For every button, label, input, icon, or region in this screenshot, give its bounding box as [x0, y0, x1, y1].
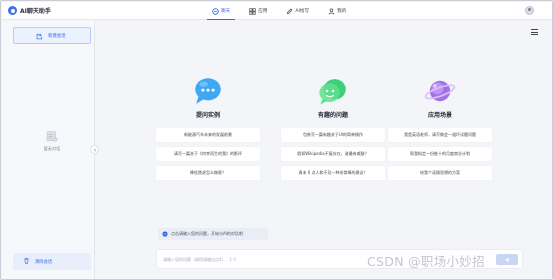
- smile-bubble-icon: [319, 79, 346, 105]
- hint-text: 点击请输入您的问题，开始与AI的对话吧: [171, 231, 243, 236]
- send-button[interactable]: [496, 254, 518, 265]
- prompt-card[interactable]: 新能源汽车未来的发展前景: [156, 128, 260, 142]
- sidebar: 新建会话 暂无对话 清除会话: [2, 21, 95, 279]
- column-use-cases: 应用场景 我是英语老师，请写做会一道坏试题问题 帮我拟定一份推十的月度商业计划 …: [388, 74, 492, 185]
- hint-banner: 点击请输入您的问题，开始与AI的对话吧: [158, 228, 268, 240]
- nav-item-chat[interactable]: 聊天: [207, 5, 236, 20]
- column-title: 应用场景: [427, 112, 452, 119]
- app-name: AI聊天助手: [20, 8, 51, 15]
- app-logo-icon: [8, 6, 17, 15]
- prompt-card[interactable]: 帮我拟定一份推十的月度商业计划: [388, 147, 492, 161]
- prompt-card[interactable]: 降低焦虑怎么做呢？: [156, 166, 260, 180]
- prompt-card[interactable]: 我是英语老师，请写做会一道坏试题问题: [388, 128, 492, 142]
- nav-label: 聊天: [221, 9, 231, 14]
- prompt-card[interactable]: 请写一篇关于《何幸而生的我》的影评: [156, 147, 260, 161]
- top-bar: AI聊天助手 聊天 应用 AI绘写 我的: [2, 2, 552, 20]
- nav-item-ai-write[interactable]: AI绘写: [281, 5, 314, 17]
- send-icon: [504, 257, 510, 262]
- planet-icon: [424, 80, 456, 102]
- prompt-card[interactable]: 给我个读操思想的方案: [388, 166, 492, 180]
- clear-chat-label: 清除会话: [35, 259, 53, 265]
- chat-icon: [212, 7, 219, 15]
- nav-item-mine[interactable]: 我的: [323, 5, 351, 17]
- brand[interactable]: AI聊天助手: [8, 6, 51, 15]
- app-window: AI聊天助手 聊天 应用 AI绘写 我的 新建会话 暂无对话 清除会话 提问实例…: [0, 0, 553, 280]
- nav-label: 应用: [258, 9, 268, 14]
- column-title: 提问实例: [195, 112, 220, 119]
- chat-bubble-icon: [195, 78, 221, 104]
- avatar[interactable]: [525, 6, 534, 15]
- column-question-examples: 提问实例 新能源汽车未来的发展前景 请写一篇关于《何幸而生的我》的影评 降低焦虑…: [156, 74, 260, 185]
- nav-label: 我的: [337, 9, 347, 14]
- empty-state: 暂无对话: [32, 129, 72, 152]
- watermark: CSDN @职场小妙招: [367, 254, 485, 269]
- empty-state-text: 暂无对话: [43, 146, 61, 151]
- nav-label: AI绘写: [295, 9, 310, 14]
- prompt-card[interactable]: 假如Wikipedia不复存在，谁最有威胁？: [281, 147, 385, 161]
- pen-icon: [286, 8, 293, 15]
- clear-chat-button[interactable]: 清除会话: [13, 253, 91, 270]
- nav-item-apps[interactable]: 应用: [244, 5, 272, 17]
- sidebar-collapse-toggle[interactable]: [90, 145, 99, 154]
- menu-icon[interactable]: [531, 29, 538, 37]
- column-title: 有趣的问题: [317, 112, 348, 119]
- grid-icon: [249, 7, 256, 15]
- new-chat-label: 新建会话: [48, 33, 66, 39]
- chevron-left-icon: [93, 147, 96, 152]
- prompt-list: 包装写一篇有趣关于UI的简单操作 假如Wikipedia不复存在，谁最有威胁？ …: [281, 128, 385, 180]
- prompt-card[interactable]: 周末 6 点人和不及一种非常棒的建议？: [281, 166, 385, 180]
- column-fun-questions: 有趣的问题 包装写一篇有趣关于UI的简单操作 假如Wikipedia不复存在，谁…: [281, 74, 385, 185]
- new-chat-button[interactable]: 新建会话: [13, 27, 91, 44]
- prompt-list: 我是英语老师，请写做会一道坏试题问题 帮我拟定一份推十的月度商业计划 给我个读操…: [388, 128, 492, 180]
- prompt-list: 新能源汽车未来的发展前景 请写一篇关于《何幸而生的我》的影评 降低焦虑怎么做呢？: [156, 128, 260, 180]
- trash-icon: [23, 257, 30, 266]
- prompt-card[interactable]: 包装写一篇有趣关于UI的简单操作: [281, 128, 385, 142]
- user-icon: [328, 8, 335, 15]
- hint-icon: [162, 230, 168, 238]
- empty-box-icon: [45, 129, 59, 143]
- main-nav: 聊天 应用 AI绘写 我的: [207, 5, 351, 20]
- new-chat-icon: [36, 33, 43, 42]
